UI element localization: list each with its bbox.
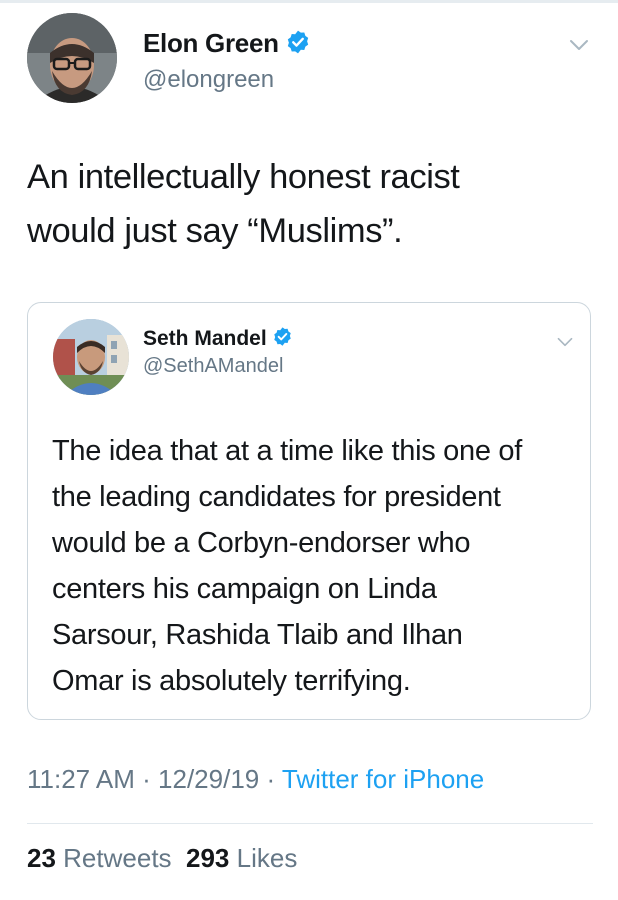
tweet-source-link[interactable]: Twitter for iPhone <box>282 764 484 794</box>
tweet-stats: 23 Retweets 293 Likes <box>27 843 297 874</box>
retweets-stat[interactable]: 23 Retweets <box>27 843 172 873</box>
likes-stat[interactable]: 293 Likes <box>186 843 297 873</box>
chevron-down-icon[interactable] <box>568 34 590 56</box>
quoted-tweet-text: The idea that at a time like this one of… <box>52 435 522 697</box>
author-name[interactable]: Elon Green <box>143 28 279 58</box>
tweet-text: An intellectually honest racist would ju… <box>27 158 460 250</box>
person-avatar-icon <box>53 319 129 395</box>
divider <box>27 823 593 824</box>
top-divider <box>0 0 618 3</box>
author-avatar[interactable] <box>27 13 117 103</box>
verified-badge-icon <box>273 327 291 346</box>
retweets-count: 23 <box>27 843 56 873</box>
likes-label: Likes <box>236 843 298 873</box>
tweet-meta: 11:27 AM · 12/29/19 · Twitter for iPhone <box>27 764 484 795</box>
quoted-author-name[interactable]: Seth Mandel <box>143 327 267 350</box>
retweets-label: Retweets <box>63 843 172 873</box>
person-glasses-beard-avatar-icon <box>27 13 117 103</box>
verified-badge-icon <box>287 30 308 54</box>
quoted-tweet-card[interactable]: Seth Mandel @SethAMandel The idea that a… <box>27 302 591 720</box>
quoted-author-avatar[interactable] <box>53 319 129 395</box>
likes-count: 293 <box>186 843 230 873</box>
chevron-down-icon[interactable] <box>556 333 574 351</box>
author-name-row[interactable]: Elon Green <box>143 28 311 59</box>
tweet-timestamp[interactable]: 11:27 AM · 12/29/19 · <box>27 764 275 794</box>
quoted-author-handle[interactable]: @SethAMandel <box>143 355 283 378</box>
author-handle[interactable]: @elongreen <box>143 66 274 94</box>
quoted-author-name-row[interactable]: Seth Mandel <box>143 326 293 351</box>
